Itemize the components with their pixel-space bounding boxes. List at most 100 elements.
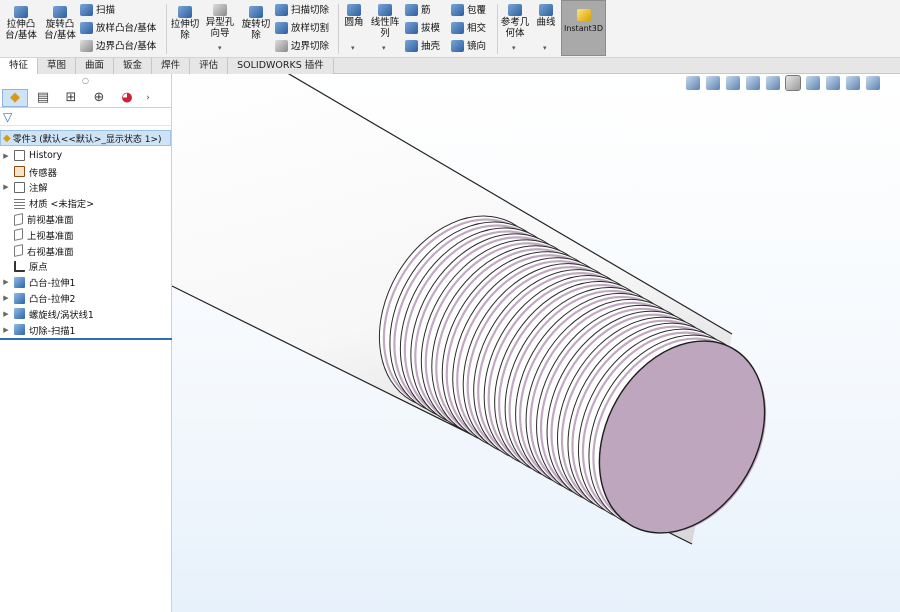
- tree-item[interactable]: ▶ 凸台-拉伸2: [0, 290, 171, 306]
- extrude-boss-label: 拉伸凸台/基体: [5, 19, 37, 41]
- curves-button[interactable]: 曲线: [534, 4, 558, 28]
- tab-1[interactable]: 草图: [38, 58, 77, 74]
- tab-0[interactable]: 特征: [0, 58, 39, 74]
- tree-root-part[interactable]: ◆ 零件3 (默认<<默认>_显示状态 1>): [0, 130, 171, 146]
- dimxpert-tab[interactable]: ⊕: [86, 89, 112, 107]
- tree-item[interactable]: 材质 <未指定>: [0, 195, 171, 211]
- linear-pattern-button[interactable]: 线性阵列: [370, 4, 400, 39]
- intersect-icon: [451, 22, 464, 34]
- tab-5[interactable]: 评估: [190, 58, 229, 74]
- panel-tabs-more[interactable]: ›: [142, 89, 154, 107]
- reference-geometry-dropdown[interactable]: ▾: [512, 44, 516, 52]
- draft-button[interactable]: 拔模: [405, 19, 440, 37]
- reference-geometry-button[interactable]: 参考几何体: [500, 4, 530, 39]
- property-manager-tab[interactable]: ▤: [30, 89, 56, 107]
- lofted-cut-button[interactable]: 放样切割: [275, 19, 329, 37]
- boundary-cut-button[interactable]: 边界切除: [275, 37, 329, 55]
- rib-button[interactable]: 筋: [405, 1, 440, 19]
- feature-manager-panel: ○ ◆ ▤ ⊞ ⊕ ◕ › ▽ ◆ 零件3 (默认<<默认>_显示状态 1>) …: [0, 74, 172, 612]
- tree-item-label: 上视基准面: [27, 230, 74, 242]
- tree-item[interactable]: 右视基准面: [0, 243, 171, 259]
- feature-manager-tab[interactable]: ◆: [2, 88, 28, 107]
- expand-arrow-icon[interactable]: ▶: [0, 326, 12, 334]
- tree-item-label: 凸台-拉伸1: [29, 278, 76, 290]
- instant3d-button[interactable]: Instant3D: [561, 0, 606, 56]
- tab-4[interactable]: 焊件: [152, 58, 191, 74]
- boundary-boss-button[interactable]: 边界凸台/基体: [80, 37, 156, 55]
- curves-dropdown[interactable]: ▾: [543, 44, 547, 52]
- wrap-button[interactable]: 包覆: [451, 1, 486, 19]
- linear-pattern-dropdown[interactable]: ▾: [382, 44, 386, 52]
- tree-item[interactable]: 上视基准面: [0, 227, 171, 243]
- tree-item[interactable]: 传感器: [0, 164, 171, 180]
- swept-cut-label: 扫描切除: [291, 4, 330, 16]
- expand-arrow-icon[interactable]: ▶: [0, 278, 12, 286]
- revolve-boss-button[interactable]: 旋转凸台/基体: [42, 6, 78, 41]
- tab-6[interactable]: SOLIDWORKS 插件: [228, 58, 334, 74]
- expand-arrow-icon[interactable]: ▶: [0, 152, 12, 160]
- plane-icon: [14, 244, 23, 258]
- tree-item[interactable]: 原点: [0, 259, 171, 275]
- shell-button[interactable]: 抽壳: [405, 37, 440, 55]
- fillet-dropdown[interactable]: ▾: [351, 44, 355, 52]
- command-manager: 拉伸凸台/基体 旋转凸台/基体 扫描 放样凸台/基体 边界凸台/基体 拉伸切除 …: [0, 0, 900, 58]
- rib-icon: [405, 4, 418, 16]
- shell-icon: [405, 40, 418, 52]
- lofted-cut-icon: [275, 22, 288, 34]
- tree-item-label: 前视基准面: [27, 215, 74, 227]
- tree-filter[interactable]: ▽: [0, 108, 171, 126]
- revolve-cut-label: 旋转切除: [241, 19, 271, 41]
- revolve-cut-button[interactable]: 旋转切除: [240, 6, 272, 41]
- tree-item-label: 原点: [29, 262, 48, 274]
- expand-arrow-icon[interactable]: ▶: [0, 183, 12, 191]
- part-icon: ◆: [3, 132, 11, 144]
- boundary-boss-icon: [80, 40, 93, 52]
- intersect-button[interactable]: 相交: [451, 19, 486, 37]
- tree-item[interactable]: ▶ History: [0, 148, 171, 164]
- hole-wizard-button[interactable]: 异型孔向导: [205, 4, 235, 39]
- extrude-cut-icon: [178, 6, 192, 18]
- tab-3[interactable]: 钣金: [114, 58, 153, 74]
- tree-item[interactable]: 前视基准面: [0, 211, 171, 227]
- configuration-manager-tab[interactable]: ⊞: [58, 89, 84, 107]
- material-icon: [14, 197, 25, 209]
- ribbon-separator: [166, 4, 167, 54]
- graphics-area[interactable]: [172, 74, 900, 612]
- swept-cut-button[interactable]: 扫描切除: [275, 1, 329, 19]
- boundary-cut-label: 边界切除: [291, 40, 330, 52]
- reference-geometry-label: 参考几何体: [500, 17, 530, 39]
- tree-item[interactable]: ▶ 注解: [0, 180, 171, 196]
- threaded-rod-model[interactable]: [172, 74, 900, 612]
- extrude-cut-button[interactable]: 拉伸切除: [170, 6, 200, 41]
- display-manager-tab[interactable]: ◕: [114, 89, 140, 107]
- mirror-button[interactable]: 镜向: [451, 37, 486, 55]
- curves-icon: [539, 4, 553, 16]
- expand-arrow-icon[interactable]: ▶: [0, 310, 12, 318]
- fillet-label: 圆角: [344, 17, 364, 28]
- wrap-label: 包覆: [467, 4, 487, 16]
- tree-item-label: 螺旋线/涡状线1: [29, 309, 94, 321]
- panel-handle[interactable]: ○: [0, 74, 171, 88]
- color-wheel-icon: ◕: [121, 90, 133, 105]
- tree-item[interactable]: ▶ 螺旋线/涡状线1: [0, 306, 171, 322]
- extrude-boss-button[interactable]: 拉伸凸台/基体: [3, 6, 39, 41]
- hole-wizard-label: 异型孔向导: [205, 17, 235, 39]
- tab-2[interactable]: 曲面: [76, 58, 115, 74]
- plane-icon: [14, 228, 23, 242]
- loft-boss-icon: [80, 22, 93, 34]
- linear-pattern-label: 线性阵列: [370, 17, 400, 39]
- tree-item[interactable]: ▶ 切除-扫描1: [0, 322, 171, 338]
- hole-wizard-dropdown[interactable]: ▾: [218, 44, 222, 52]
- revolve-boss-icon: [53, 6, 67, 18]
- sweep-button[interactable]: 扫描: [80, 1, 156, 19]
- expand-arrow-icon[interactable]: ▶: [0, 294, 12, 302]
- instant3d-label: Instant3D: [563, 24, 604, 33]
- instant3d-icon: [576, 9, 591, 21]
- tree-item[interactable]: ▶ 凸台-拉伸1: [0, 274, 171, 290]
- fillet-button[interactable]: 圆角: [342, 4, 366, 28]
- ribbon-separator: [338, 4, 339, 54]
- draft-icon: [405, 22, 418, 34]
- loft-boss-button[interactable]: 放样凸台/基体: [80, 19, 156, 37]
- rib-label: 筋: [421, 4, 431, 16]
- wrap-icon: [451, 4, 464, 16]
